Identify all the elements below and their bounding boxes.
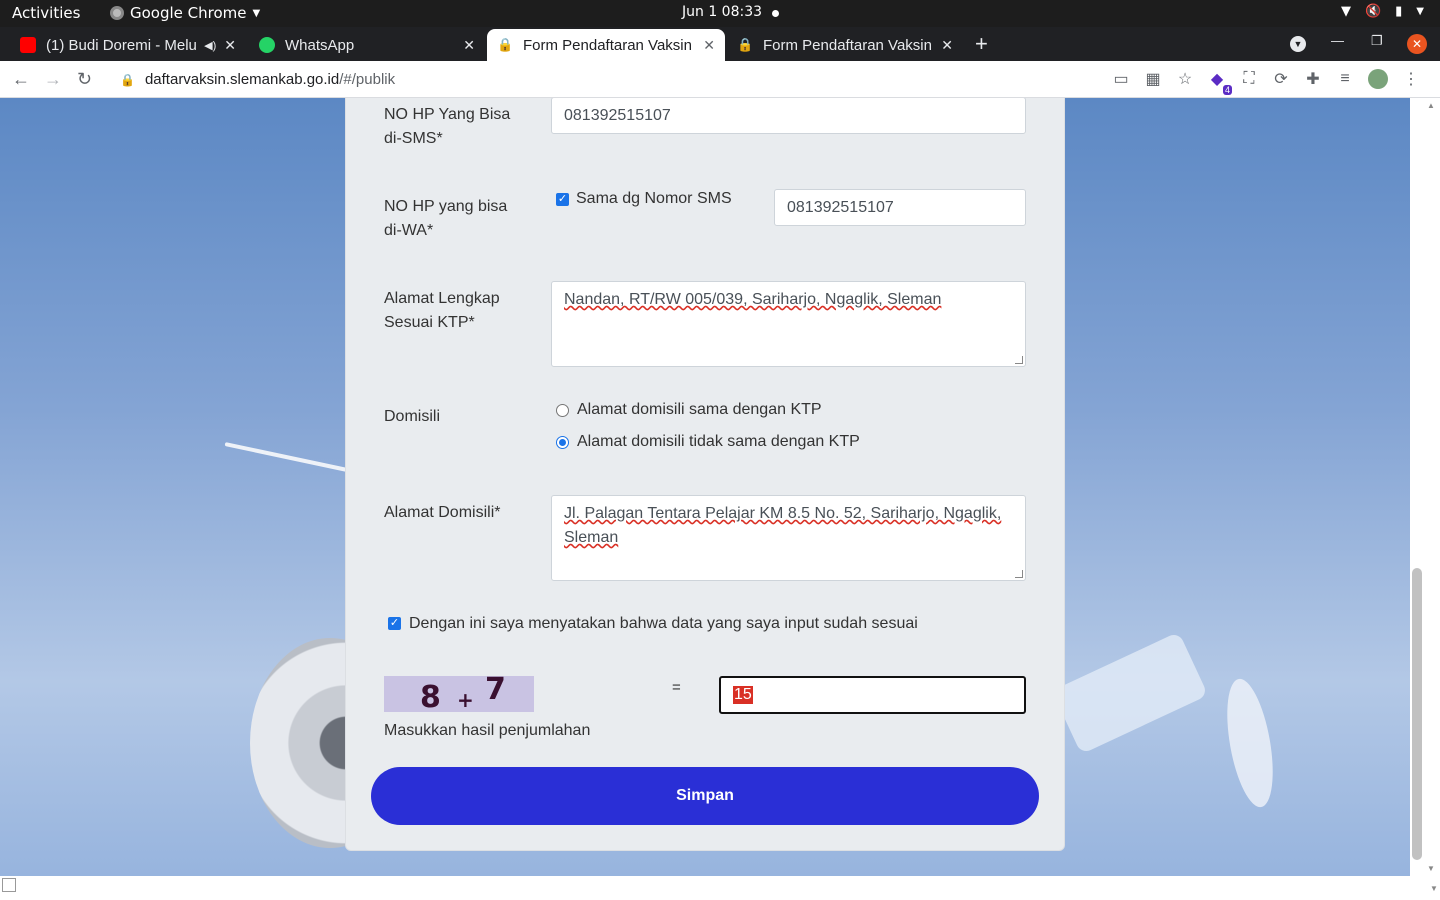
chevron-down-icon: ▼ <box>1416 6 1424 17</box>
back-icon[interactable]: ← <box>12 69 30 90</box>
declaration-label: Dengan ini saya menyatakan bahwa data ya… <box>409 615 918 632</box>
browser-toolbar: ← → ↻ 🔒 daftarvaksin.slemankab.go.id/#/p… <box>0 61 1440 98</box>
page-viewport: NO HP Yang Bisa di-SMS* 081392515107 NO … <box>0 98 1410 876</box>
captcha-equals: = <box>672 679 681 696</box>
sms-number-input[interactable]: 081392515107 <box>551 98 1026 134</box>
domisili-same-label: Alamat domisili sama dengan KTP <box>577 401 822 418</box>
captcha-answer-input[interactable]: 15 <box>719 676 1026 714</box>
close-window-icon[interactable]: ✕ <box>1407 34 1427 54</box>
tab-title: Form Pendaftaran Vaksin <box>523 36 692 54</box>
tab-title: Form Pendaftaran Vaksin <box>763 36 932 54</box>
new-tab-icon[interactable]: + <box>975 31 988 57</box>
captcha-answer-text: 15 <box>733 686 753 704</box>
sync-icon[interactable]: ⟳ <box>1272 69 1290 89</box>
maximize-icon[interactable]: ❐ <box>1371 33 1383 49</box>
close-icon[interactable]: ✕ <box>224 37 236 54</box>
screenshot-icon[interactable]: ⛶ <box>1240 70 1258 88</box>
profile-avatar[interactable] <box>1368 69 1388 89</box>
close-icon[interactable]: ✕ <box>463 37 475 54</box>
scroll-thumb[interactable] <box>1412 568 1422 860</box>
captcha-operand-a: 8 <box>420 680 441 715</box>
battery-icon: ▮ <box>1395 4 1403 19</box>
scroll-down-icon[interactable]: ▼ <box>1427 864 1435 873</box>
wa-number-input[interactable]: 081392515107 <box>774 189 1026 226</box>
domisili-address-text: Jl. Palagan Tentara Pelajar KM 8.5 No. 5… <box>564 505 1002 546</box>
background-syringe <box>1051 618 1290 818</box>
qr-code-icon[interactable]: ▦ <box>1144 69 1162 89</box>
clock[interactable]: Jun 1 08:33 <box>682 4 762 20</box>
scroll-up-icon[interactable]: ▲ <box>1427 101 1435 110</box>
forward-icon[interactable]: → <box>44 69 62 90</box>
extension-count: 4 <box>1222 85 1232 95</box>
tab-form[interactable]: 🔒 Form Pendaftaran Vaksin ✕ <box>727 29 963 61</box>
tab-form-active[interactable]: 🔒 Form Pendaftaran Vaksin ✕ <box>487 29 725 61</box>
url-host: daftarvaksin.slemankab.go.id <box>144 71 340 88</box>
more-menu-icon[interactable]: ⋮ <box>1402 69 1420 89</box>
close-icon[interactable]: ✕ <box>941 37 953 54</box>
same-as-sms-label: Sama dg Nomor SMS <box>576 190 732 207</box>
domisili-label: Domisili <box>384 408 440 425</box>
system-top-bar: Activities Google Chrome ▼ Jun 1 08:33 ▼… <box>0 0 1440 27</box>
tab-youtube[interactable]: (1) Budi Doremi - Melu ◀) ✕ <box>10 29 246 61</box>
wa-number-label: NO HP yang bisa di-WA* <box>384 198 508 239</box>
bookmark-star-icon[interactable]: ☆ <box>1176 69 1194 89</box>
system-tray[interactable]: ▼ 🔇 ▮ ▼ <box>1341 4 1424 19</box>
chevron-down-icon: ▼ <box>252 7 261 19</box>
broken-image-icon <box>2 878 16 892</box>
activities-button[interactable]: Activities <box>12 4 80 22</box>
chrome-icon <box>110 6 124 20</box>
lock-icon: 🔒 <box>497 37 514 52</box>
minimize-icon[interactable]: — <box>1331 33 1344 48</box>
captcha-image: 8 + 7 <box>384 672 534 715</box>
simpan-button[interactable]: Simpan <box>371 767 1039 825</box>
cast-icon[interactable]: ▭ <box>1112 69 1130 89</box>
app-menu[interactable]: Google Chrome ▼ <box>110 4 260 22</box>
reload-icon[interactable]: ↻ <box>77 69 92 90</box>
extension-badge-icon[interactable]: ◆ 4 <box>1208 69 1232 95</box>
notification-dot-icon <box>772 10 779 17</box>
media-queue-icon[interactable]: ≡ <box>1336 70 1354 88</box>
extensions-puzzle-icon[interactable]: ✚ <box>1304 69 1322 89</box>
tab-title: WhatsApp <box>285 36 355 54</box>
captcha-hint: Masukkan hasil penjumlahan <box>384 722 591 739</box>
tab-strip: (1) Budi Doremi - Melu ◀) ✕ WhatsApp ✕ 🔒… <box>0 27 1440 61</box>
tab-whatsapp[interactable]: WhatsApp ✕ <box>249 29 485 61</box>
whatsapp-icon <box>259 37 275 53</box>
wifi-icon: ▼ <box>1340 4 1351 19</box>
captcha-operator: + <box>457 688 474 712</box>
tab-search-icon[interactable]: ▼ <box>1290 36 1306 52</box>
resize-handle-icon[interactable] <box>1015 570 1023 578</box>
tab-title: (1) Budi Doremi - Melu <box>46 36 197 54</box>
resize-handle-icon[interactable] <box>1015 356 1023 364</box>
youtube-icon <box>20 37 36 53</box>
ktp-address-label: Alamat Lengkap Sesuai KTP* <box>384 290 500 331</box>
scroll-down-icon[interactable]: ▼ <box>1430 884 1438 893</box>
speaker-muted-icon[interactable]: ◀) <box>204 39 216 52</box>
sms-number-label: NO HP Yang Bisa di-SMS* <box>384 106 511 147</box>
lock-icon: 🔒 <box>737 37 754 52</box>
domisili-different-radio[interactable] <box>556 436 569 449</box>
lock-icon[interactable]: 🔒 <box>120 73 135 87</box>
captcha-operand-b: 7 <box>485 672 506 707</box>
toolbar-icons: ▭ ▦ ☆ ◆ 4 ⛶ ⟳ ✚ ≡ ⋮ <box>1112 69 1420 95</box>
registration-form-card: NO HP Yang Bisa di-SMS* 081392515107 NO … <box>345 98 1065 851</box>
background-needle <box>224 442 353 473</box>
volume-muted-icon: 🔇 <box>1364 4 1382 19</box>
declaration-checkbox[interactable]: ✓ <box>388 617 401 630</box>
domisili-different-label: Alamat domisili tidak sama dengan KTP <box>577 433 860 450</box>
bottom-strip <box>0 876 1440 900</box>
ktp-address-textarea[interactable]: Nandan, RT/RW 005/039, Sariharjo, Ngagli… <box>551 281 1026 367</box>
domisili-address-textarea[interactable]: Jl. Palagan Tentara Pelajar KM 8.5 No. 5… <box>551 495 1026 581</box>
domisili-address-label: Alamat Domisili* <box>384 504 501 521</box>
domisili-same-radio[interactable] <box>556 404 569 417</box>
ktp-address-text: Nandan, RT/RW 005/039, Sariharjo, Ngagli… <box>564 291 942 308</box>
address-bar[interactable]: 🔒 daftarvaksin.slemankab.go.id/#/publik <box>108 65 1204 94</box>
close-icon[interactable]: ✕ <box>703 37 715 54</box>
app-menu-label: Google Chrome <box>130 4 247 22</box>
url-path: /#/publik <box>339 71 396 88</box>
same-as-sms-checkbox[interactable]: ✓ <box>556 193 569 206</box>
